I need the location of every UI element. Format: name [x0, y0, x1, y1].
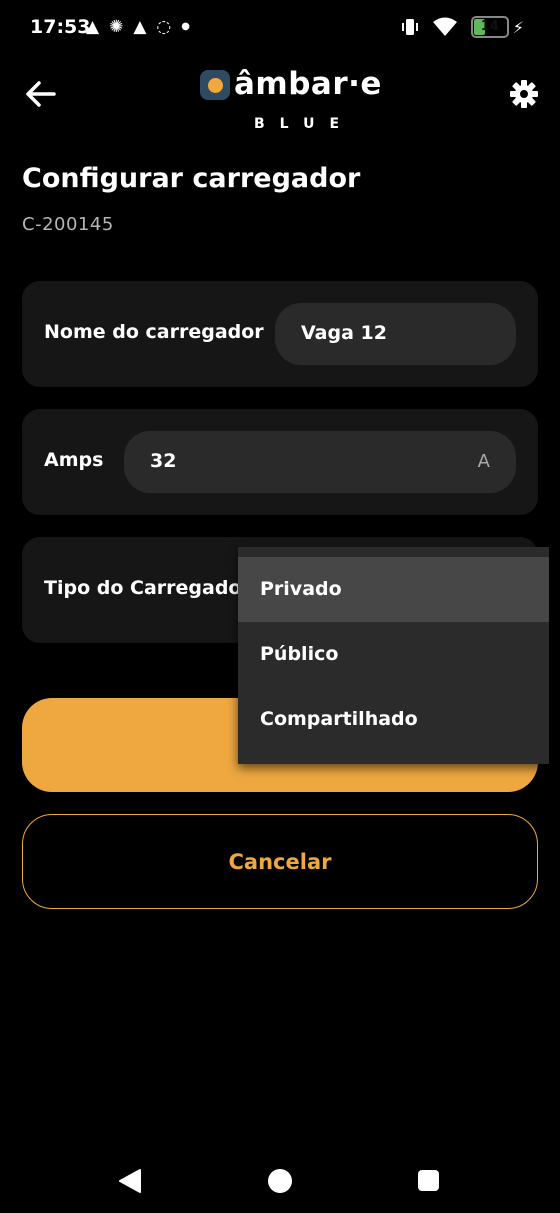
dot-icon: ● [181, 21, 190, 32]
notification-icons: ▲ ✺ ▲ ◌ ● [86, 16, 190, 38]
navigation-arrow-icon: ▲ [86, 17, 100, 37]
amps-card: Amps 32 A [22, 409, 538, 515]
charger-name-label: Nome do carregador [44, 321, 264, 343]
nav-back-icon[interactable] [118, 1168, 142, 1194]
amps-value: 32 [150, 450, 177, 472]
dropdown-option-label: Compartilhado [260, 708, 418, 730]
status-time: 17:53 [30, 16, 91, 38]
arrow-left-icon [26, 81, 56, 107]
gear-icon [510, 80, 538, 108]
dropdown-option-publico[interactable]: Público [238, 622, 549, 687]
dropdown-option-label: Público [260, 643, 339, 665]
charger-name-input[interactable]: Vaga 12 [275, 303, 516, 365]
nav-home-icon[interactable] [268, 1169, 292, 1193]
navigation-arrow-icon: ▲ [133, 17, 147, 37]
amps-label: Amps [44, 449, 104, 471]
dropdown-option-label: Privado [260, 578, 342, 600]
battery-icon: 14 [470, 16, 509, 38]
sparkle-icon: ✺ [109, 17, 124, 37]
charger-type-dropdown: Privado Público Compartilhado [238, 547, 549, 764]
page-title: Configurar carregador [22, 163, 361, 194]
brand-name: âmbar·e [234, 66, 382, 102]
wifi-icon [432, 17, 457, 36]
brand-logo: âmbar·e BLUE [200, 66, 382, 132]
back-button[interactable] [20, 74, 60, 114]
charger-type-label: Tipo do Carregador [44, 577, 251, 599]
cancel-label: Cancelar [228, 849, 332, 874]
dropdown-option-privado[interactable]: Privado [238, 557, 549, 622]
status-bar: 17:53 ▲ ✺ ▲ ◌ ● 14 ⚡ [0, 0, 560, 56]
badge-icon: ◌ [156, 17, 172, 37]
charger-name-card: Nome do carregador Vaga 12 [22, 281, 538, 387]
charger-name-value: Vaga 12 [301, 322, 387, 344]
charger-id: C-200145 [22, 214, 114, 235]
vibrate-icon [401, 19, 418, 35]
system-icons: 14 ⚡ [401, 16, 524, 38]
charging-bolt-icon: ⚡ [512, 17, 524, 37]
amps-unit: A [477, 451, 490, 472]
logo-badge-icon [200, 70, 230, 100]
cancel-button[interactable]: Cancelar [22, 814, 538, 909]
nav-recents-icon[interactable] [418, 1170, 439, 1191]
system-nav-bar [0, 1148, 560, 1213]
settings-button[interactable] [504, 74, 544, 114]
app-header: âmbar·e BLUE [0, 56, 560, 136]
dropdown-option-compartilhado[interactable]: Compartilhado [238, 687, 549, 752]
brand-subtitle: BLUE [254, 116, 355, 132]
amps-input[interactable]: 32 A [124, 431, 516, 493]
battery-level: 14 [480, 19, 499, 34]
